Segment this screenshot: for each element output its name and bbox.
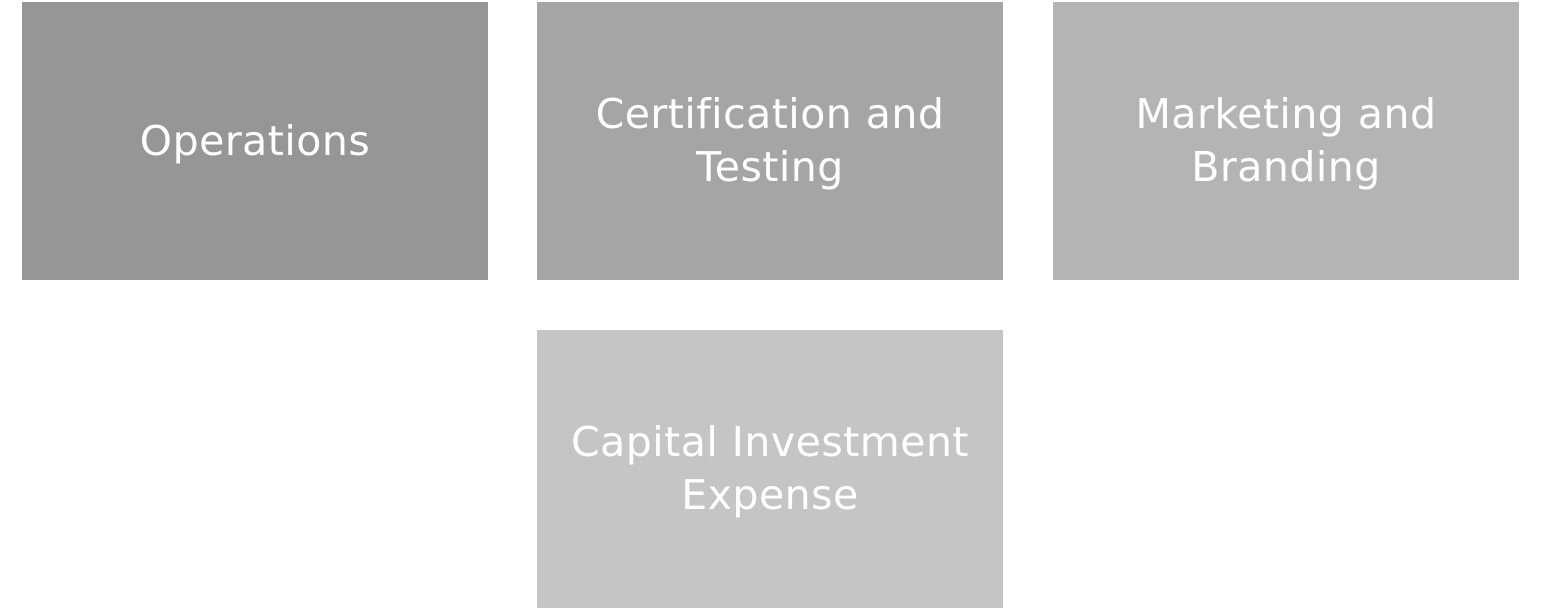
capital-investment-expense-label: Capital Investment Expense [570,418,970,519]
certification-testing-box: Certification and Testing [537,2,1003,280]
marketing-branding-label: Marketing and Branding [1135,90,1437,191]
capital-investment-expense-box: Capital Investment Expense [537,330,1003,608]
operations-box: Operations [22,2,488,280]
certification-testing-label: Certification and Testing [595,90,945,191]
marketing-branding-box: Marketing and Branding [1053,2,1519,280]
operations-label: Operations [139,116,371,165]
